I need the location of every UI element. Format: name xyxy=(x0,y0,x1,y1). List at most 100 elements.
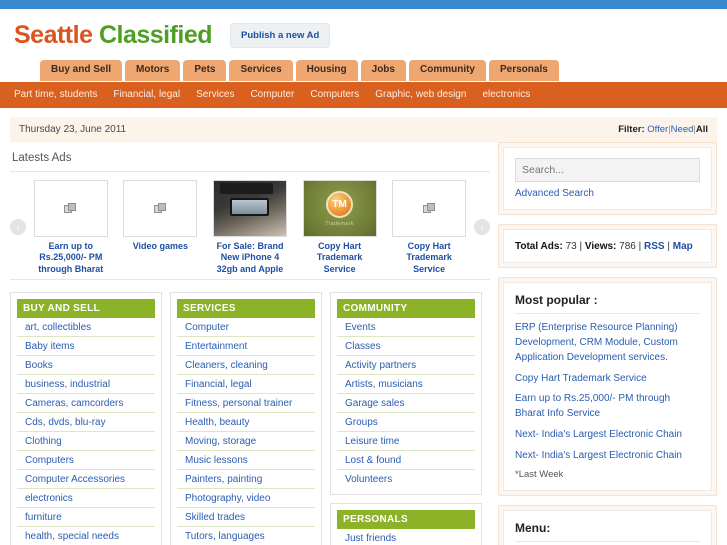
list-item[interactable]: Tutors, languages xyxy=(177,527,315,545)
list-item[interactable]: art, collectibles xyxy=(17,318,155,337)
subnav-link-services[interactable]: Services xyxy=(196,89,234,100)
advanced-search-link[interactable]: Advanced Search xyxy=(515,188,594,199)
list-item[interactable]: furniture xyxy=(17,508,155,527)
carousel-slide[interactable]: For Sale: Brand New iPhone 4 32gb and Ap… xyxy=(210,180,290,275)
nav-tab-housing[interactable]: Housing xyxy=(295,60,358,81)
category-link[interactable]: Skilled trades xyxy=(185,512,245,523)
site-logo[interactable]: Seattle Classified xyxy=(14,23,213,48)
list-item[interactable]: Fitness, personal trainer xyxy=(177,394,315,413)
list-item[interactable]: Baby items xyxy=(17,337,155,356)
list-item[interactable]: Volunteers xyxy=(337,470,475,488)
popular-ad-link[interactable]: Next- India's Largest Electronic Chain xyxy=(515,450,682,461)
list-item[interactable]: Lost & found xyxy=(337,451,475,470)
filter-offer-link[interactable]: Offer xyxy=(647,124,668,135)
nav-tab-jobs[interactable]: Jobs xyxy=(360,60,406,81)
category-link[interactable]: Cleaners, cleaning xyxy=(185,360,268,371)
category-link[interactable]: Computer Accessories xyxy=(25,474,125,485)
list-item[interactable]: Clothing xyxy=(17,432,155,451)
list-item[interactable]: Computers xyxy=(17,451,155,470)
category-link[interactable]: Financial, legal xyxy=(185,379,252,390)
popular-ad-link[interactable]: ERP (Enterprise Resource Planning) Devel… xyxy=(515,322,678,363)
category-link[interactable]: business, industrial xyxy=(25,379,110,390)
map-link[interactable]: Map xyxy=(673,241,693,252)
list-item[interactable]: Earn up to Rs.25,000/- PM through Bharat… xyxy=(515,391,700,421)
list-item[interactable]: Activity partners xyxy=(337,356,475,375)
list-item[interactable]: Next- India's Largest Electronic Chain xyxy=(515,427,700,442)
list-item[interactable]: Computer Accessories xyxy=(17,470,155,489)
list-item[interactable]: Classes xyxy=(337,337,475,356)
nav-tab-community[interactable]: Community xyxy=(408,60,486,81)
subnav-link-financial-legal[interactable]: Financial, legal xyxy=(113,89,180,100)
list-item[interactable]: Events xyxy=(337,318,475,337)
list-item[interactable]: Cameras, camcorders xyxy=(17,394,155,413)
carousel-slide[interactable]: Video games xyxy=(120,180,200,275)
list-item[interactable]: Financial, legal xyxy=(177,375,315,394)
list-item[interactable]: electronics xyxy=(17,489,155,508)
category-link[interactable]: Leisure time xyxy=(345,436,399,447)
nav-tab-motors[interactable]: Motors xyxy=(125,60,181,81)
list-item[interactable]: Cleaners, cleaning xyxy=(177,356,315,375)
list-item[interactable]: Just friends xyxy=(337,529,475,545)
list-item[interactable]: Skilled trades xyxy=(177,508,315,527)
filter-need-link[interactable]: Need xyxy=(671,124,694,135)
category-link[interactable]: Classes xyxy=(345,341,381,352)
category-link[interactable]: Entertainment xyxy=(185,341,247,352)
subnav-link-graphic-web-design[interactable]: Graphic, web design xyxy=(375,89,466,100)
list-item[interactable]: ERP (Enterprise Resource Planning) Devel… xyxy=(515,320,700,365)
category-link[interactable]: Health, beauty xyxy=(185,417,250,428)
nav-tab-pets[interactable]: Pets xyxy=(183,60,227,81)
subnav-link-computers[interactable]: Computers xyxy=(310,89,359,100)
carousel-slide[interactable]: TM Trademark Copy Hart Trademark Service xyxy=(300,180,380,275)
category-link[interactable]: Garage sales xyxy=(345,398,404,409)
list-item[interactable]: business, industrial xyxy=(17,375,155,394)
category-link[interactable]: Books xyxy=(25,360,53,371)
category-link[interactable]: Music lessons xyxy=(185,455,248,466)
category-link[interactable]: Volunteers xyxy=(345,474,392,485)
popular-ad-link[interactable]: Copy Hart Trademark Service xyxy=(515,373,647,384)
subnav-link-part-time-students[interactable]: Part time, students xyxy=(14,89,97,100)
list-item[interactable]: Entertainment xyxy=(177,337,315,356)
list-item[interactable]: health, special needs xyxy=(17,527,155,545)
list-item[interactable]: Groups xyxy=(337,413,475,432)
list-item[interactable]: Leisure time xyxy=(337,432,475,451)
list-item[interactable]: Painters, painting xyxy=(177,470,315,489)
carousel-slide[interactable]: Earn up to Rs.25,000/- PM through Bharat xyxy=(31,180,111,275)
subnav-link-computer[interactable]: Computer xyxy=(250,89,294,100)
list-item[interactable]: Books xyxy=(17,356,155,375)
popular-ad-link[interactable]: Earn up to Rs.25,000/- PM through Bharat… xyxy=(515,393,670,419)
carousel-slide[interactable]: Copy Hart Trademark Service xyxy=(389,180,469,275)
subnav-link-electronics[interactable]: electronics xyxy=(482,89,530,100)
category-link[interactable]: Activity partners xyxy=(345,360,416,371)
category-link[interactable]: furniture xyxy=(25,512,62,523)
category-link[interactable]: health, special needs xyxy=(25,531,119,542)
category-link[interactable]: Fitness, personal trainer xyxy=(185,398,292,409)
category-link[interactable]: Painters, painting xyxy=(185,474,262,485)
list-item[interactable]: Cds, dvds, blu-ray xyxy=(17,413,155,432)
category-link[interactable]: Computer xyxy=(185,322,229,333)
list-item[interactable]: Next- India's Largest Electronic Chain xyxy=(515,448,700,463)
list-item[interactable]: Health, beauty xyxy=(177,413,315,432)
category-link[interactable]: Cameras, camcorders xyxy=(25,398,123,409)
category-link[interactable]: Tutors, languages xyxy=(185,531,265,542)
category-link[interactable]: Events xyxy=(345,322,376,333)
list-item[interactable]: Garage sales xyxy=(337,394,475,413)
category-link[interactable]: Lost & found xyxy=(345,455,401,466)
list-item[interactable]: Music lessons xyxy=(177,451,315,470)
category-link[interactable]: Artists, musicians xyxy=(345,379,423,390)
list-item[interactable]: Moving, storage xyxy=(177,432,315,451)
category-link[interactable]: Baby items xyxy=(25,341,74,352)
category-link[interactable]: electronics xyxy=(25,493,73,504)
category-link[interactable]: Just friends xyxy=(345,533,396,544)
nav-tab-buy-and-sell[interactable]: Buy and Sell xyxy=(40,60,123,81)
category-link[interactable]: Computers xyxy=(25,455,74,466)
rss-link[interactable]: RSS xyxy=(644,241,665,252)
list-item[interactable]: Copy Hart Trademark Service xyxy=(515,371,700,386)
search-input[interactable] xyxy=(515,158,700,182)
category-link[interactable]: art, collectibles xyxy=(25,322,91,333)
list-item[interactable]: Computer xyxy=(177,318,315,337)
nav-tab-services[interactable]: Services xyxy=(229,60,293,81)
nav-tab-personals[interactable]: Personals xyxy=(488,60,559,81)
category-link[interactable]: Moving, storage xyxy=(185,436,256,447)
carousel-prev-arrow-icon[interactable]: ‹ xyxy=(10,219,26,236)
category-link[interactable]: Clothing xyxy=(25,436,62,447)
